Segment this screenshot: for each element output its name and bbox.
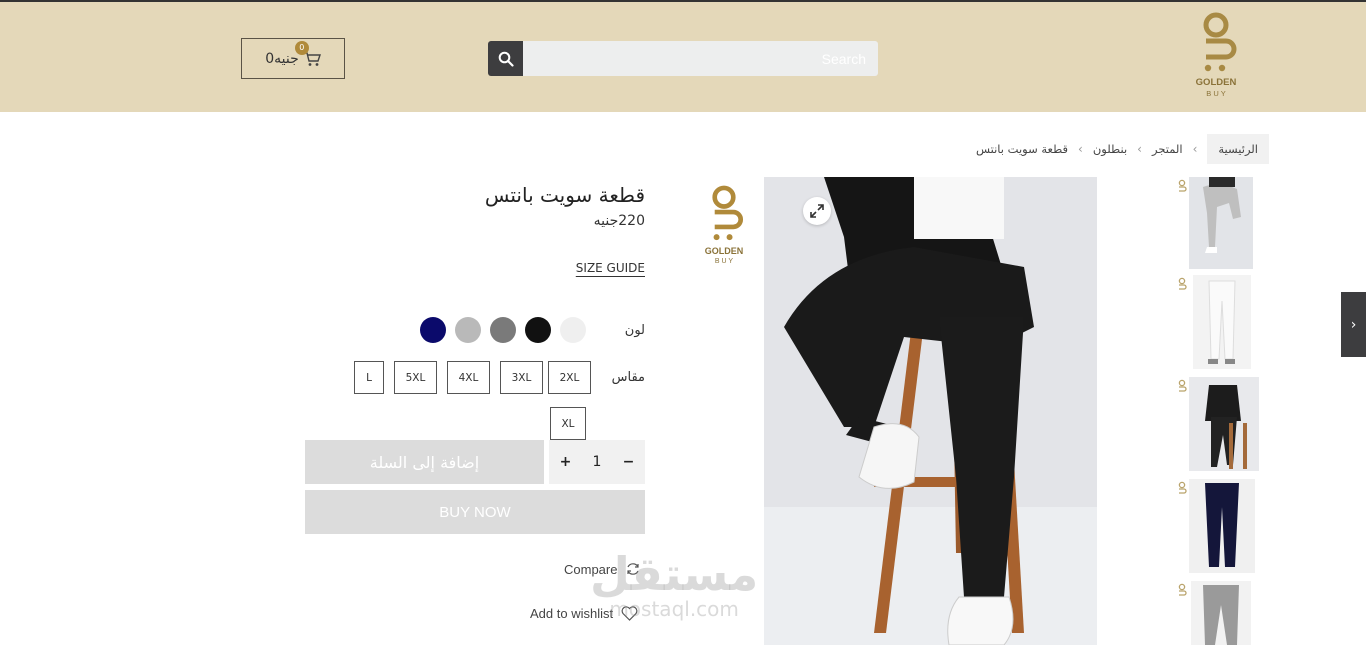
thumbnail-image: [1191, 581, 1251, 645]
brand-logo: GOLDEN B U Y: [698, 183, 750, 269]
thumbnail-5[interactable]: [1176, 581, 1266, 645]
breadcrumb-category[interactable]: بنطلون: [1093, 142, 1127, 156]
mini-logo-icon: [1178, 179, 1187, 192]
color-swatch-dark-gray[interactable]: [490, 317, 516, 343]
thumbnail-3[interactable]: [1176, 377, 1266, 471]
size-label: مقاس: [611, 370, 645, 385]
cart-count-badge: 0: [294, 40, 309, 55]
buy-now-button[interactable]: BUY NOW: [305, 490, 645, 534]
increase-quantity-button[interactable]: +: [560, 454, 572, 470]
size-option-5xl[interactable]: 5XL: [394, 361, 437, 394]
compare-link[interactable]: Compare: [564, 561, 641, 577]
chevron-right-icon[interactable]: ›: [1341, 292, 1366, 357]
mini-logo-icon: [1178, 379, 1187, 392]
breadcrumb-current: قطعة سويت بانتس: [975, 142, 1069, 156]
logo-text-line1: GOLDEN: [1195, 77, 1237, 88]
breadcrumb-shop[interactable]: المتجر: [1152, 142, 1183, 156]
cart-icon: 0: [294, 40, 321, 67]
chevron-left-icon: ‹: [1137, 142, 1142, 156]
search-input[interactable]: [523, 41, 878, 76]
mini-logo-icon: [1178, 481, 1187, 494]
refresh-icon: [627, 563, 640, 575]
breadcrumb: الرئيسية ‹ المتجر ‹ بنطلون ‹ قطعة سويت ب…: [976, 134, 1269, 164]
logo-text-line2: B U Y: [1206, 89, 1226, 98]
thumbnail-image: [1189, 377, 1259, 471]
quantity-value[interactable]: 1: [593, 454, 602, 470]
mini-logo-icon: [1178, 583, 1187, 596]
thumbnail-image: [1193, 275, 1251, 369]
thumbnail-image: [1189, 177, 1253, 269]
cart-button[interactable]: 0جنيه 0: [241, 38, 345, 79]
size-option-3xl[interactable]: 3XL: [500, 361, 543, 394]
site-header: 0جنيه 0 GOLDEN B U Y: [0, 0, 1366, 112]
add-to-cart-button[interactable]: إضافة إلى السلة: [305, 440, 544, 484]
heart-icon: [621, 606, 638, 621]
color-swatch-black[interactable]: [525, 317, 551, 343]
wishlist-link[interactable]: Add to wishlist: [530, 606, 638, 621]
color-swatch-white[interactable]: [560, 317, 586, 343]
thumbnail-4[interactable]: [1176, 479, 1266, 573]
chevron-left-icon: ‹: [1192, 142, 1198, 156]
expand-icon: [810, 204, 824, 218]
color-swatch-light-gray[interactable]: [455, 317, 481, 343]
cart-amount: 0جنيه: [265, 50, 299, 67]
size-guide-link[interactable]: SIZE GUIDE: [576, 261, 645, 275]
size-option-l[interactable]: L: [354, 361, 384, 394]
chevron-left-icon: ‹: [1078, 142, 1083, 156]
brand-logo-line1: GOLDEN: [704, 246, 744, 256]
product-price: 220جنيه: [593, 213, 645, 229]
thumbnail-image: [1189, 479, 1255, 573]
product-main-image[interactable]: [764, 177, 1097, 645]
product-title: قطعة سويت بانتس: [484, 183, 645, 207]
color-label: لون: [624, 323, 645, 338]
mini-logo-icon: [1178, 277, 1187, 290]
size-option-4xl[interactable]: 4XL: [447, 361, 490, 394]
site-logo[interactable]: GOLDEN B U Y: [1188, 11, 1244, 101]
thumbnail-2[interactable]: [1176, 275, 1266, 369]
quantity-stepper: + 1 −: [549, 440, 645, 484]
expand-image-button[interactable]: [803, 197, 831, 225]
search-button[interactable]: [488, 41, 523, 76]
compare-label: Compare: [564, 561, 618, 577]
brand-logo-line2: B U Y: [714, 258, 734, 265]
breadcrumb-home[interactable]: الرئيسية: [1207, 134, 1269, 164]
logo-mark-icon: [1203, 12, 1237, 72]
size-option-xl[interactable]: XL: [550, 407, 586, 440]
wishlist-label: Add to wishlist: [530, 606, 614, 621]
thumbnail-1[interactable]: [1176, 177, 1266, 269]
color-swatch-navy[interactable]: [420, 317, 446, 343]
decrease-quantity-button[interactable]: −: [623, 454, 635, 470]
size-option-2xl[interactable]: 2XL: [548, 361, 591, 394]
logo-mark-icon: [712, 185, 743, 241]
search-icon: [498, 51, 514, 67]
